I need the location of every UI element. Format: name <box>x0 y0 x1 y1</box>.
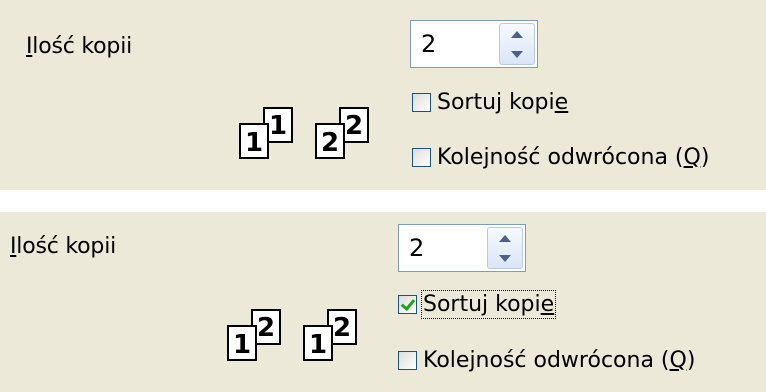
copies-count-value[interactable]: 2 <box>421 30 436 58</box>
sort-copies-checkbox[interactable]: Sortuj kopie <box>398 290 557 319</box>
sort-copies-label: Sortuj kopie <box>437 90 569 115</box>
spinner-buttons[interactable] <box>487 227 523 269</box>
copies-count-label: Ilość kopii <box>10 234 117 259</box>
reverse-order-box[interactable] <box>398 351 417 370</box>
page-back-2: 2 <box>345 111 363 141</box>
page-back-1: 2 <box>257 313 275 343</box>
reverse-order-label: Kolejność odwrócona (Q) <box>437 145 710 170</box>
arrow-up-icon <box>499 234 511 242</box>
copies-panel-unsorted: Ilość kopii 2 1 1 2 2 Sortuj kopie Kolej… <box>0 0 766 190</box>
copies-count-spinner[interactable]: 2 <box>398 224 526 272</box>
spin-up-button[interactable] <box>488 228 522 248</box>
page-back-1: 1 <box>269 111 287 141</box>
page-front-1: 1 <box>233 330 251 360</box>
collate-preview-icon: 1 1 2 2 <box>230 104 410 164</box>
page-back-2: 2 <box>333 313 351 343</box>
copies-count-spinner[interactable]: 2 <box>410 20 538 68</box>
spin-up-button[interactable] <box>500 24 534 44</box>
arrow-down-icon <box>499 254 511 262</box>
reverse-order-checkbox[interactable]: Kolejność odwrócona (Q) <box>398 348 695 373</box>
copies-count-value[interactable]: 2 <box>409 234 424 262</box>
page-front-1: 1 <box>245 128 263 158</box>
page-front-2: 2 <box>321 128 339 158</box>
reverse-order-checkbox[interactable]: Kolejność odwrócona (Q) <box>412 145 709 170</box>
spin-down-button[interactable] <box>500 44 534 64</box>
spin-down-button[interactable] <box>488 248 522 268</box>
reverse-order-box[interactable] <box>412 148 431 167</box>
page-front-2: 1 <box>309 330 327 360</box>
sort-copies-label: Sortuj kopie <box>420 290 557 319</box>
copies-count-label: Ilość kopii <box>26 34 133 59</box>
sort-copies-box[interactable] <box>412 93 431 112</box>
sort-copies-checkbox[interactable]: Sortuj kopie <box>412 90 568 115</box>
reverse-order-label: Kolejność odwrócona (Q) <box>423 348 696 373</box>
spinner-buttons[interactable] <box>499 23 535 65</box>
arrow-down-icon <box>511 50 523 58</box>
copies-panel-sorted: Ilość kopii 2 2 1 2 1 Sortuj kopie Kolej… <box>0 212 766 392</box>
sort-copies-box[interactable] <box>398 295 417 314</box>
arrow-up-icon <box>511 30 523 38</box>
collate-preview-icon: 2 1 2 1 <box>218 306 398 366</box>
